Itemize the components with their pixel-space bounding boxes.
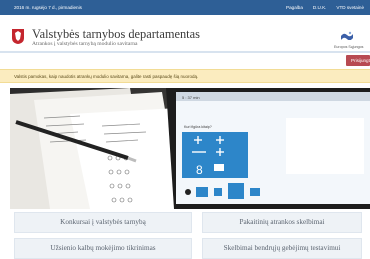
current-date: 2016 m. rugsėjo 7 d., pirmadienis: [14, 5, 82, 10]
top-utility-bar: 2016 m. rugsėjo 7 d., pirmadienis Pagalb…: [0, 0, 370, 15]
login-button[interactable]: Prisijungti: [346, 55, 370, 66]
notice-text[interactable]: Valstis pamokas, kaip naudotis atrankų m…: [14, 74, 198, 79]
site-header: Valstybės tarnybos departamentas Atranko…: [0, 15, 370, 51]
hero-illustration: 5 : 37 min Kuri figūra kitaip? 8: [10, 88, 370, 209]
coat-of-arms-logo[interactable]: [12, 29, 24, 44]
tablet-device: 5 : 37 min Kuri figūra kitaip? 8: [166, 88, 370, 209]
site-subtitle: Atrankos į valstybės tarnybą modulio sav…: [32, 41, 138, 47]
utility-links: Pagalba D.U.K. VTD svetainė: [286, 5, 364, 10]
help-link[interactable]: Pagalba: [286, 5, 303, 10]
screen-question: Kuri figūra kitaip?: [184, 125, 212, 129]
competitions-button[interactable]: Konkursai į valstybės tarnybą: [14, 212, 192, 233]
faq-link[interactable]: D.U.K.: [313, 5, 327, 10]
notice-banner: Valstis pamokas, kaip naudotis atrankų m…: [0, 69, 370, 83]
svg-text:8: 8: [196, 163, 203, 177]
substitute-selection-button[interactable]: Pakaitinių atrankos skelbimai: [202, 212, 362, 233]
abilities-testing-button[interactable]: Skelbimai bendrųjų gebėjimų testavimui: [202, 238, 362, 259]
language-testing-button[interactable]: Užsienio kalbų mokėjimo tikrinimas: [14, 238, 192, 259]
site-title[interactable]: Valstybės tarnybos departamentas: [32, 28, 200, 40]
eu-flag-icon: [341, 31, 353, 40]
eu-logo-caption: Europos Sąjungos: [334, 45, 364, 49]
hero-banner: 5 : 37 min Kuri figūra kitaip? 8: [10, 88, 370, 209]
vtd-site-link[interactable]: VTD svetainė: [336, 5, 364, 10]
screen-timer: 5 : 37 min: [182, 95, 200, 100]
header-divider: [0, 51, 370, 53]
